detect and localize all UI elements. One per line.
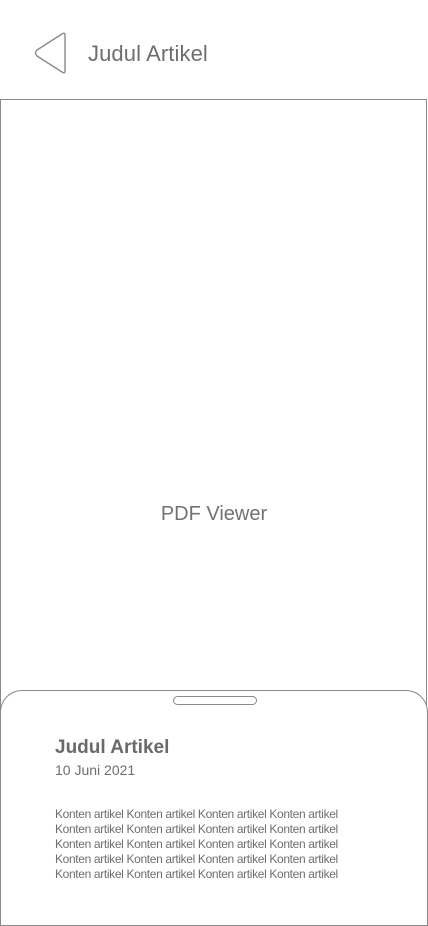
article-content-line: Konten artikel Konten artikel Konten art… <box>55 867 338 881</box>
article-content: Konten artikel Konten artikel Konten art… <box>55 807 385 882</box>
article-bottom-sheet[interactable]: Judul Artikel 10 Juni 2021 Konten artike… <box>0 690 428 926</box>
article-title: Judul Artikel <box>55 737 170 758</box>
article-content-line: Konten artikel Konten artikel Konten art… <box>55 837 338 851</box>
pdf-viewer-label: PDF Viewer <box>160 503 268 525</box>
article-date: 10 Juni 2021 <box>55 762 136 778</box>
chevron-left-icon <box>34 32 66 74</box>
article-content-line: Konten artikel Konten artikel Konten art… <box>55 822 338 836</box>
sheet-drag-handle[interactable] <box>173 696 257 705</box>
back-button[interactable] <box>30 31 70 75</box>
page-title: Judul Artikel <box>88 41 208 66</box>
app-header: Judul Artikel <box>0 0 428 100</box>
article-content-line: Konten artikel Konten artikel Konten art… <box>55 807 338 821</box>
article-content-line: Konten artikel Konten artikel Konten art… <box>55 852 338 866</box>
